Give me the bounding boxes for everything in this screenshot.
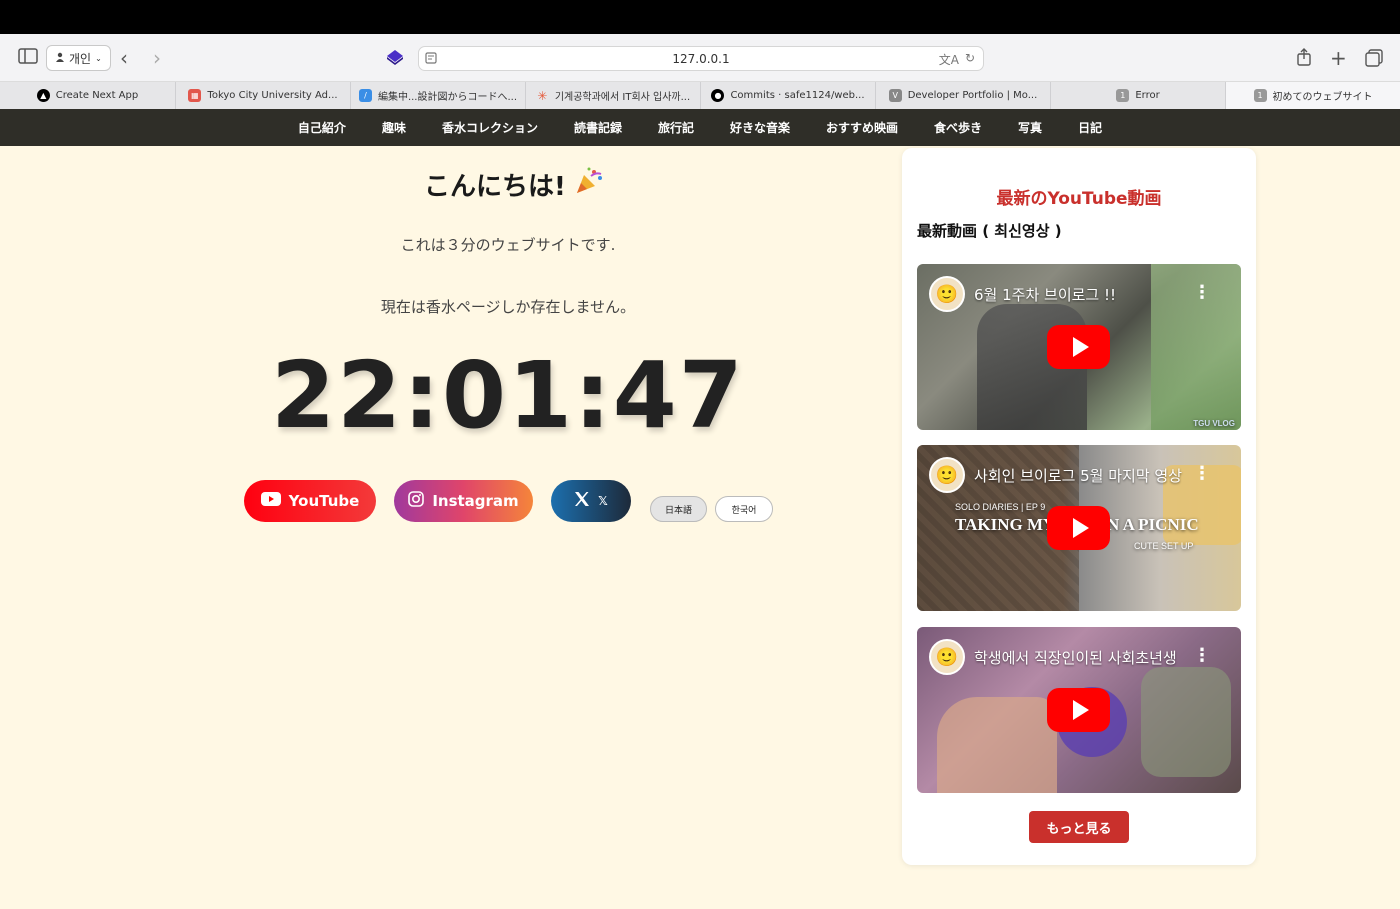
address-text: 127.0.0.1: [672, 51, 730, 66]
channel-avatar[interactable]: 🙂: [929, 276, 965, 312]
v-icon: V: [888, 89, 902, 102]
chevron-down-icon: ⌄: [95, 53, 102, 63]
person-icon: [55, 51, 65, 65]
instagram-icon: [408, 491, 425, 511]
video-embed-3[interactable]: 🙂 학생에서 직장인이된 사회초년생 ⋮: [917, 627, 1241, 793]
youtube-icon: [260, 492, 281, 510]
intro-text: これは３分のウェブサイトです.: [400, 236, 616, 254]
instagram-button[interactable]: Instagram: [394, 480, 533, 522]
nav-item-photos[interactable]: 写真: [1000, 119, 1060, 136]
translate-icon[interactable]: 文A: [939, 51, 959, 68]
sidebar-toggle-icon[interactable]: [18, 48, 38, 64]
youtube-button[interactable]: YouTube: [244, 480, 376, 522]
page-info-icon[interactable]: [425, 52, 437, 67]
share-icon[interactable]: [1296, 48, 1312, 66]
zenn-icon: /: [358, 89, 372, 102]
digital-clock: 22:01:47: [271, 342, 745, 449]
tab-error[interactable]: 1 Error: [1051, 82, 1226, 109]
nextjs-icon: ▲: [36, 89, 50, 102]
nav-item-self-intro[interactable]: 自己紹介: [280, 119, 364, 136]
address-bar[interactable]: 127.0.0.1 文A ↻: [418, 46, 984, 71]
play-icon[interactable]: [1047, 506, 1110, 550]
nav-item-movies[interactable]: おすすめ映画: [808, 119, 916, 136]
tab-editing[interactable]: / 編集中...設計図からコードへ...: [351, 82, 526, 109]
nav-item-diary[interactable]: 日記: [1060, 119, 1120, 136]
notice-text: 現在は香水ページしか存在しません。: [380, 298, 636, 316]
tab-developer-portfolio[interactable]: V Developer Portfolio | Mo...: [876, 82, 1051, 109]
video-overlay-subheading: CUTE SET UP: [1134, 541, 1194, 551]
video-title[interactable]: 사회인 브이로그 5월 마지막 영상: [974, 465, 1199, 486]
lang-korean-button[interactable]: 한국어: [715, 496, 773, 522]
nav-item-perfume[interactable]: 香水コレクション: [424, 119, 556, 136]
sidebar-title: 最新のYouTube動画: [996, 189, 1162, 209]
video-watermark: TGU VLOG: [1193, 419, 1235, 428]
tab-korean-blog[interactable]: ✳ 기계공학과에서 IT회사 입사까...: [526, 82, 701, 109]
more-options-icon[interactable]: ⋮: [1193, 463, 1211, 484]
video-title[interactable]: 학생에서 직장인이된 사회초년생: [974, 647, 1199, 668]
tab-tokyo-city-university[interactable]: ▦ Tokyo City University Ad...: [176, 82, 351, 109]
browser-toolbar: 개인 ⌄ ‹ › 127.0.0.1 文A ↻ +: [0, 34, 1400, 82]
video-title[interactable]: 6월 1주차 브이로그 !!: [974, 284, 1199, 305]
video-overlay-episode: SOLO DIARIES | EP 9: [955, 502, 1046, 512]
youtube-sidebar-card: 最新のYouTube動画 最新動画 ( 최신영상 ) 🙂 6월 1주차 브이로그…: [902, 148, 1256, 865]
play-icon[interactable]: [1047, 688, 1110, 732]
x-button[interactable]: 𝕏: [551, 480, 631, 522]
channel-avatar[interactable]: 🙂: [929, 639, 965, 675]
x-logo-icon: [574, 491, 590, 511]
nav-item-hobby[interactable]: 趣味: [364, 119, 424, 136]
tab-badge-icon: 1: [1253, 89, 1267, 102]
tab-create-next-app[interactable]: ▲ Create Next App: [0, 82, 176, 109]
play-icon[interactable]: [1047, 325, 1110, 369]
video-embed-2[interactable]: 🙂 사회인 브이로그 5월 마지막 영상 ⋮ SOLO DIARIES | EP…: [917, 445, 1241, 611]
back-icon[interactable]: ‹: [120, 46, 128, 70]
extension-icon[interactable]: [386, 49, 404, 67]
github-icon: ●: [711, 89, 725, 102]
nav-item-food[interactable]: 食べ歩き: [916, 119, 1000, 136]
more-options-icon[interactable]: ⋮: [1193, 645, 1211, 666]
new-tab-icon[interactable]: +: [1330, 46, 1347, 70]
university-icon: ▦: [188, 89, 202, 102]
tab-github-commits[interactable]: ● Commits · safe1124/web...: [701, 82, 876, 109]
site-nav: 自己紹介 趣味 香水コレクション 読書記録 旅行記 好きな音楽 おすすめ映画 食…: [0, 109, 1400, 146]
profile-button[interactable]: 개인 ⌄: [46, 45, 111, 71]
tab-overview-icon[interactable]: [1365, 49, 1383, 67]
nav-item-travel[interactable]: 旅行記: [640, 119, 712, 136]
lang-japanese-button[interactable]: 日本語: [650, 496, 707, 522]
tab-first-website[interactable]: 1 初めてのウェブサイト: [1226, 82, 1400, 109]
nav-item-music[interactable]: 好きな音楽: [712, 119, 808, 136]
greeting-heading: こんにちは!: [424, 166, 604, 203]
page-content: こんにちは! これは３分のウェブサイトです. 現在は香水ページしか存在しません。…: [0, 146, 1400, 909]
sparkle-icon: ✳: [537, 88, 548, 103]
tab-bar: ▲ Create Next App ▦ Tokyo City Universit…: [0, 82, 1400, 109]
see-more-button[interactable]: もっと見る: [1029, 811, 1129, 843]
nav-item-reading[interactable]: 読書記録: [556, 119, 640, 136]
profile-label: 개인: [69, 51, 92, 66]
party-popper-icon: [574, 166, 604, 203]
video-embed-1[interactable]: 🙂 6월 1주차 브이로그 !! ⋮ TGU VLOG: [917, 264, 1241, 430]
tab-badge-icon: 1: [1116, 89, 1130, 102]
system-menu-bar: [0, 0, 1400, 34]
channel-avatar[interactable]: 🙂: [929, 457, 965, 493]
video-overlay-heading-right: N A PICNIC: [1107, 515, 1199, 534]
more-options-icon[interactable]: ⋮: [1193, 282, 1211, 303]
reload-icon[interactable]: ↻: [965, 51, 975, 68]
sidebar-subtitle: 最新動画 ( 최신영상 ): [917, 222, 1062, 240]
forward-icon[interactable]: ›: [153, 46, 161, 70]
video-overlay-heading: TAKING MY: [955, 515, 1056, 534]
